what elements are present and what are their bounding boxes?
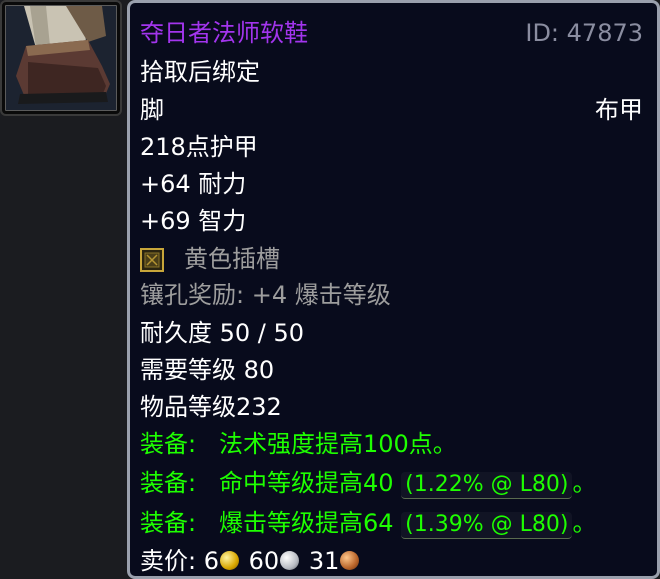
socket-label: 黄色插槽 xyxy=(184,245,280,273)
sell-price: 卖价: 6 60 31 xyxy=(140,543,643,579)
crit-rating-percent: (1.39% @ L80) xyxy=(401,512,573,539)
equip-prefix: 装备: xyxy=(140,430,197,458)
equip-effect-1: 装备: 法术强度提高100点。 xyxy=(140,426,643,462)
slot-row: 脚 布甲 xyxy=(140,92,643,128)
silver-coin-icon xyxy=(280,550,300,570)
item-name: 夺日者法师软鞋 xyxy=(140,19,308,47)
boots-icon xyxy=(6,6,116,110)
copper-amount: 31 xyxy=(308,547,340,575)
gold-amount: 6 xyxy=(203,547,220,575)
item-level: 物品等级232 xyxy=(140,393,282,421)
durability: 耐久度 50 / 50 xyxy=(140,319,305,347)
socket-bonus: 镶孔奖励: +4 爆击等级 xyxy=(140,281,391,309)
armor-type: 布甲 xyxy=(595,96,643,124)
stat-intellect: +69 智力 xyxy=(140,207,247,235)
gold-coin-icon xyxy=(220,550,240,570)
equip-text: 命中等级提高40 xyxy=(218,469,394,497)
bind-type: 拾取后绑定 xyxy=(140,58,260,86)
equip-effect-3: 装备: 爆击等级提高64 (1.39% @ L80)。 xyxy=(140,505,643,541)
required-level: 需要等级 80 xyxy=(140,356,275,384)
item-name-row: 夺日者法师软鞋 ID: 47873 xyxy=(140,15,643,51)
hit-rating-percent: (1.22% @ L80) xyxy=(401,472,573,499)
copper-coin-icon xyxy=(340,550,360,570)
equip-text: 爆击等级提高64 xyxy=(218,509,394,537)
sell-label: 卖价: xyxy=(140,547,197,575)
socket-row: 黄色插槽 xyxy=(140,241,643,277)
equip-prefix: 装备: xyxy=(140,469,197,497)
item-id: ID: 47873 xyxy=(525,19,643,47)
equip-prefix: 装备: xyxy=(140,509,197,537)
stat-stamina: +64 耐力 xyxy=(140,170,247,198)
armor-value: 218点护甲 xyxy=(140,133,258,161)
item-tooltip: 夺日者法师软鞋 ID: 47873 拾取后绑定 脚 布甲 218点护甲 +64 … xyxy=(127,0,660,579)
item-slot: 脚 xyxy=(140,96,164,124)
equip-effect-2: 装备: 命中等级提高40 (1.22% @ L80)。 xyxy=(140,465,643,501)
equip-suffix: 。 xyxy=(572,509,597,537)
equip-text: 法术强度提高100点。 xyxy=(218,430,457,458)
item-icon[interactable] xyxy=(0,0,122,116)
equip-suffix: 。 xyxy=(572,469,597,497)
silver-amount: 60 xyxy=(248,547,280,575)
yellow-socket-icon xyxy=(140,246,164,272)
